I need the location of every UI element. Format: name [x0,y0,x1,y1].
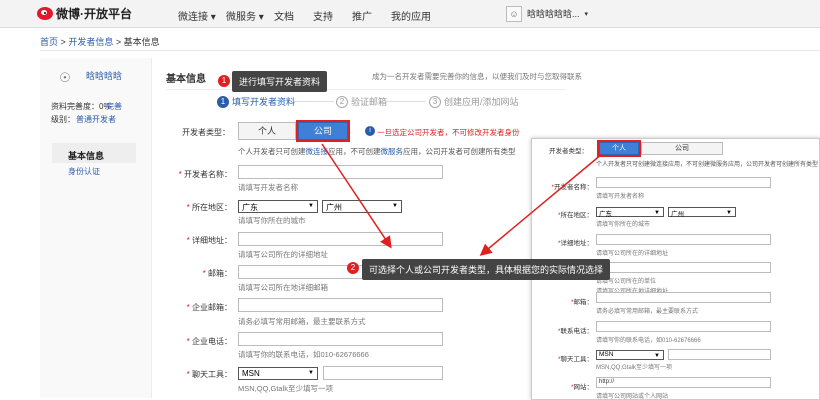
annotation-arrows [321,143,603,256]
tip-1-badge: 1 [218,75,230,87]
tip-1: 进行填写开发者资料 [232,71,328,92]
arrow-to-panel-tab [479,153,603,256]
arrow-to-tab-company [321,143,392,249]
tip-2: 可选择个人或公司开发者类型，具体根据您的实际情况选择 [362,259,611,280]
tip-2-badge: 2 [347,262,359,274]
